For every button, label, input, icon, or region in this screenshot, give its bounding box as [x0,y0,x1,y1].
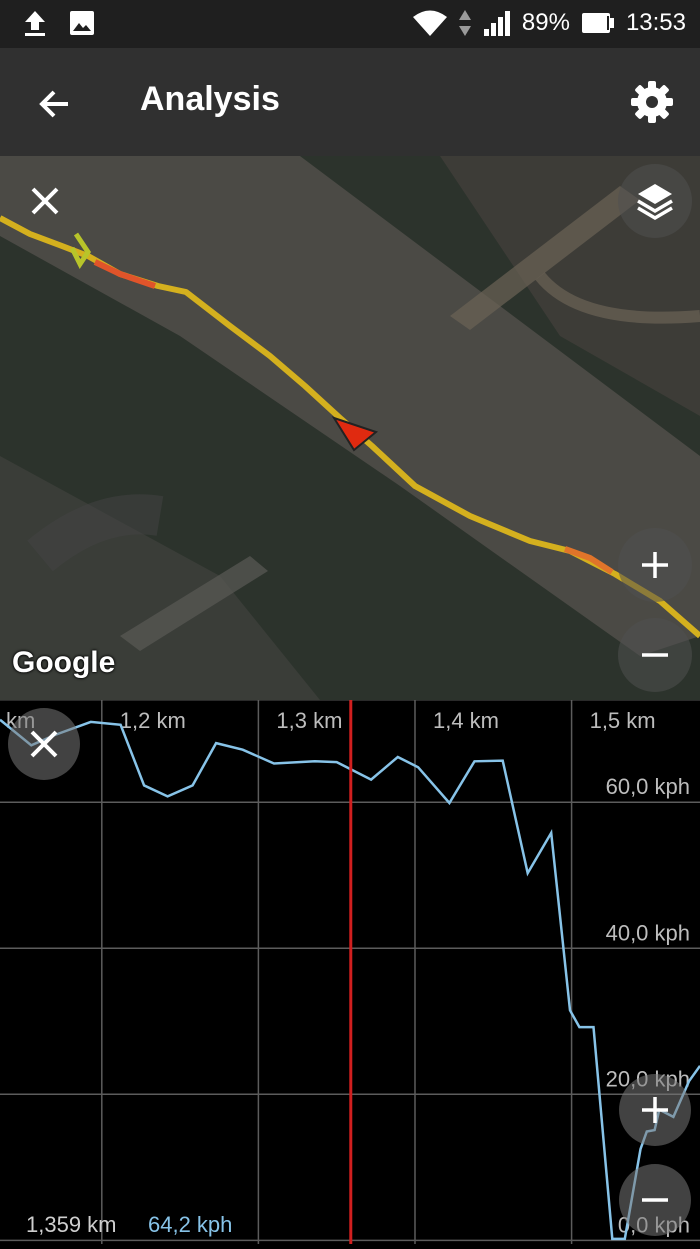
clock: 13:53 [625,9,686,36]
app-bar: Analysis [0,48,700,156]
chart-zoom-in-button[interactable] [619,1074,691,1146]
satellite-imagery [0,156,700,700]
wifi-icon [412,10,447,36]
cursor-speed-readout: 64,2 kph [148,1212,233,1237]
x-tick-label: 1,3 km [276,708,342,733]
zoom-out-icon [642,653,668,657]
x-tick-label: 1,2 km [120,708,186,733]
signal-icon [483,11,510,36]
chart-zoom-out-button[interactable] [619,1164,691,1236]
image-icon [70,11,94,35]
battery-icon [581,13,614,33]
y-tick-label: 40,0 kph [606,920,690,945]
zoom-in-icon [642,1097,668,1123]
map-zoom-in-button[interactable] [618,528,692,602]
map-zoom-out-button[interactable] [618,618,692,692]
google-attribution: Google [12,646,116,679]
map-view[interactable]: Google [0,156,700,700]
data-arrows-icon [458,10,471,36]
y-tick-label: 60,0 kph [606,774,690,799]
map-close-button[interactable] [8,164,82,238]
close-icon [30,730,58,758]
status-bar: 89% 13:53 [0,0,700,48]
close-icon [31,187,59,215]
chart-canvas: km1,2 km1,3 km1,4 km1,5 km 60,0 kph40,0 … [0,699,700,1244]
page-title: Analysis [140,80,280,118]
zoom-out-icon [642,1198,668,1202]
x-tick-label: 1,4 km [433,708,499,733]
upload-icon [25,11,45,36]
map-layers-button[interactable] [618,164,692,238]
gear-icon[interactable] [630,80,674,124]
cursor-distance-readout: 1,359 km [26,1212,117,1237]
chart-close-button[interactable] [8,708,80,780]
x-tick-label: 1,5 km [590,708,656,733]
arrow-back-icon[interactable] [34,82,78,126]
speed-chart[interactable]: km1,2 km1,3 km1,4 km1,5 km 60,0 kph40,0 … [0,699,700,1244]
zoom-in-icon [642,552,668,578]
layers-icon [637,184,673,221]
battery-percent: 89% [521,9,570,36]
